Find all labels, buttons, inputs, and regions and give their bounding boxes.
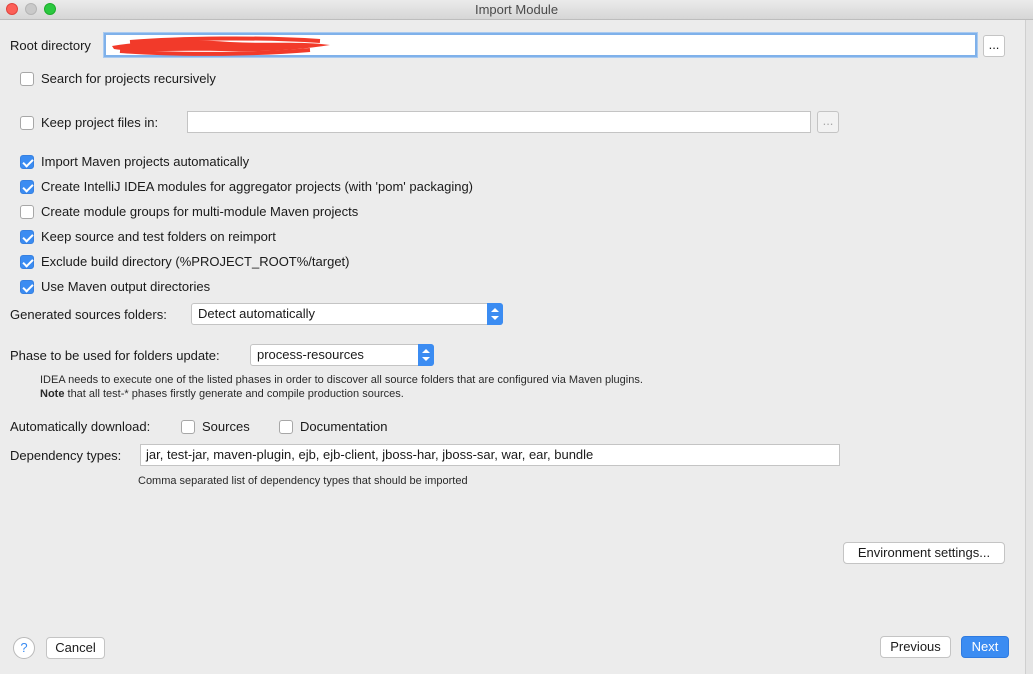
download-documentation-checkbox[interactable] <box>279 420 293 434</box>
auto-download-label: Automatically download: <box>10 419 151 434</box>
dependency-types-label: Dependency types: <box>10 448 122 463</box>
window-title: Import Module <box>474 2 559 17</box>
phase-help-text: IDEA needs to execute one of the listed … <box>40 373 740 401</box>
help-button[interactable]: ? <box>13 637 35 659</box>
keep-project-files-browse-button[interactable]: ... <box>817 111 839 133</box>
phase-label: Phase to be used for folders update: <box>10 348 220 363</box>
phase-help-note: Note <box>40 388 65 400</box>
keep-project-files-input[interactable] <box>187 111 811 133</box>
cancel-button[interactable]: Cancel <box>46 637 105 659</box>
close-window-button[interactable] <box>6 3 18 15</box>
keep-project-files-label: Keep project files in: <box>41 115 159 130</box>
create-module-groups-label: Create module groups for multi-module Ma… <box>41 204 359 219</box>
maximize-window-button[interactable] <box>44 3 56 15</box>
keep-source-folders-label: Keep source and test folders on reimport <box>41 229 276 244</box>
keep-source-folders-checkbox[interactable] <box>20 230 34 244</box>
use-maven-output-label: Use Maven output directories <box>41 279 211 294</box>
search-recursively-label: Search for projects recursively <box>41 71 216 86</box>
background-window-edge <box>1025 20 1033 674</box>
keep-project-files-checkbox[interactable] <box>20 116 34 130</box>
generated-sources-value: Detect automatically <box>198 306 316 321</box>
import-maven-auto-checkbox[interactable] <box>20 155 34 169</box>
root-directory-browse-button[interactable]: ... <box>983 35 1005 57</box>
phase-value: process-resources <box>257 347 364 362</box>
create-module-groups-checkbox[interactable] <box>20 205 34 219</box>
use-maven-output-checkbox[interactable] <box>20 280 34 294</box>
create-aggregator-modules-label: Create IntelliJ IDEA modules for aggrega… <box>41 179 474 194</box>
generated-sources-select[interactable]: Detect automatically <box>191 303 503 325</box>
dependency-types-input[interactable]: jar, test-jar, maven-plugin, ejb, ejb-cl… <box>140 444 840 466</box>
download-sources-label: Sources <box>202 419 250 434</box>
environment-settings-button[interactable]: Environment settings... <box>843 542 1005 564</box>
generated-sources-label: Generated sources folders: <box>10 307 167 322</box>
previous-button[interactable]: Previous <box>880 636 951 658</box>
phase-select[interactable]: process-resources <box>250 344 434 366</box>
redaction-scribble <box>112 36 330 56</box>
next-button[interactable]: Next <box>961 636 1009 658</box>
search-recursively-checkbox[interactable] <box>20 72 34 86</box>
chevron-up-down-icon <box>418 344 434 366</box>
dependency-types-hint: Comma separated list of dependency types… <box>138 475 468 487</box>
chevron-up-down-icon <box>487 303 503 325</box>
root-directory-label: Root directory <box>10 38 91 53</box>
phase-help-line1: IDEA needs to execute one of the listed … <box>40 374 643 386</box>
title-bar: Import Module <box>0 0 1033 20</box>
phase-help-line2: Note that all test-* phases firstly gene… <box>40 388 404 400</box>
download-sources-checkbox[interactable] <box>181 420 195 434</box>
download-documentation-label: Documentation <box>300 419 388 434</box>
exclude-build-dir-label: Exclude build directory (%PROJECT_ROOT%/… <box>41 254 350 269</box>
exclude-build-dir-checkbox[interactable] <box>20 255 34 269</box>
create-aggregator-modules-checkbox[interactable] <box>20 180 34 194</box>
minimize-window-button[interactable] <box>25 3 37 15</box>
import-maven-auto-label: Import Maven projects automatically <box>41 154 250 169</box>
